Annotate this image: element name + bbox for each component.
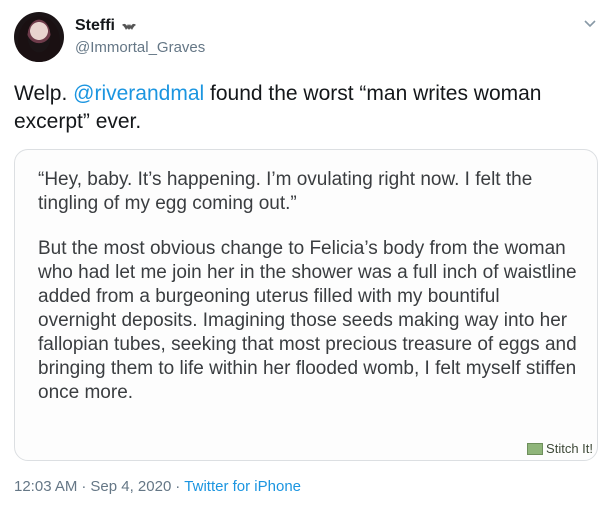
- excerpt-paragraph: But the most obvious change to Felicia’s…: [38, 238, 577, 403]
- watermark: Stitch It!: [527, 441, 593, 456]
- chevron-down-icon[interactable]: [581, 14, 599, 32]
- separator: ·: [81, 478, 87, 495]
- tweet-header: Steffi @Immortal_Graves: [14, 10, 599, 64]
- excerpt-text: “Hey, baby. It’s happening. I’m ovulatin…: [38, 168, 578, 426]
- media-image[interactable]: “Hey, baby. It’s happening. I’m ovulatin…: [14, 149, 598, 461]
- avatar[interactable]: [14, 12, 64, 62]
- source-link[interactable]: Twitter for iPhone: [184, 478, 301, 495]
- tweet-text: Welp. @riverandmal found the worst “man …: [14, 80, 599, 136]
- tweet: Steffi @Immortal_Graves Welp. @riverandm…: [0, 0, 613, 512]
- mention-link[interactable]: @riverandmal: [73, 82, 204, 105]
- separator: ·: [175, 478, 181, 495]
- tweet-time[interactable]: 12:03 AM: [14, 478, 77, 495]
- author-handle[interactable]: @Immortal_Graves: [75, 39, 205, 56]
- watermark-label: Stitch It!: [546, 441, 593, 456]
- tweet-text-before: Welp.: [14, 82, 74, 105]
- stitch-icon: [527, 442, 544, 455]
- display-name[interactable]: Steffi: [75, 17, 115, 35]
- excerpt-paragraph: “Hey, baby. It’s happening. I’m ovulatin…: [38, 169, 533, 214]
- bat-icon: [122, 23, 136, 30]
- tweet-footer: 12:03 AM · Sep 4, 2020 · Twitter for iPhone: [14, 478, 301, 495]
- tweet-date[interactable]: Sep 4, 2020: [90, 478, 171, 495]
- author-name-row[interactable]: Steffi: [75, 17, 137, 35]
